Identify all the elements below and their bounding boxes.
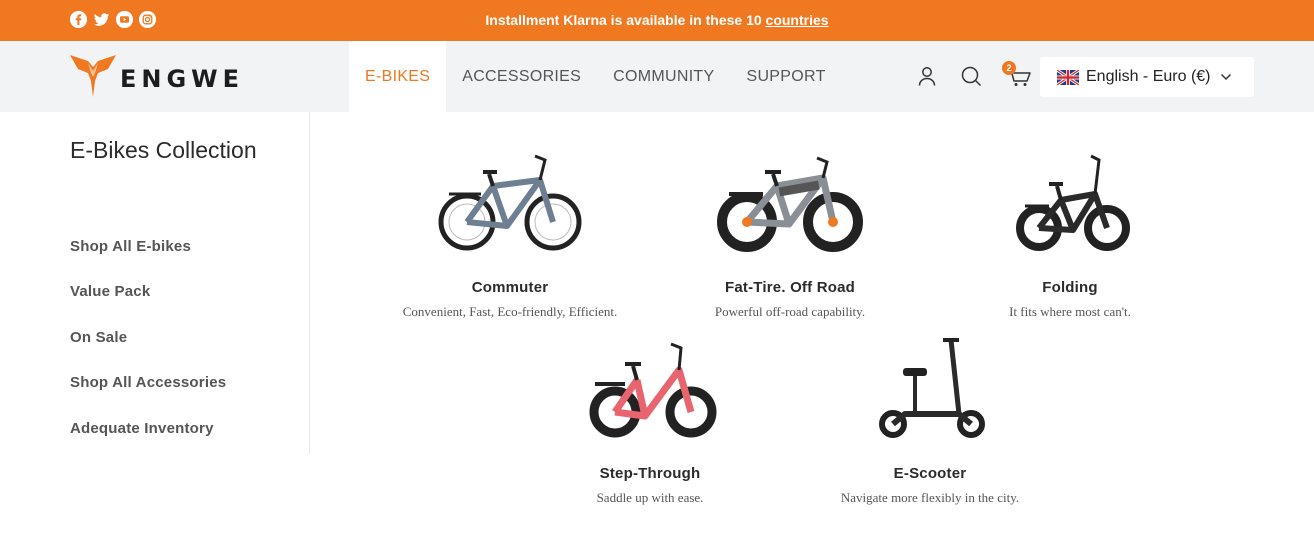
product-card-fat-tire[interactable]: Fat-Tire. Off Road Powerful off-road cap…	[660, 150, 920, 320]
nav-community[interactable]: COMMUNITY	[597, 41, 730, 112]
collection-title: E-Bikes Collection	[70, 137, 257, 163]
step-through-bike-image	[589, 342, 717, 438]
logo-text: ENGWE	[120, 65, 245, 93]
product-card-commuter[interactable]: Commuter Convenient, Fast, Eco-friendly,…	[380, 150, 640, 320]
countries-link[interactable]: countries	[766, 12, 829, 28]
search-icon[interactable]	[960, 65, 982, 87]
language-selector[interactable]: English - Euro (€)	[1040, 57, 1254, 97]
commuter-bike-image	[438, 154, 582, 251]
link-on-sale[interactable]: On Sale	[70, 329, 127, 346]
logo-emblem-icon	[70, 55, 116, 97]
product-name-step-through: Step-Through	[599, 465, 701, 482]
main-nav: E-BIKES ACCESSORIES COMMUNITY SUPPORT	[349, 41, 842, 112]
product-desc-e-scooter: Navigate more flexibly in the city.	[840, 490, 1020, 505]
product-card-step-through[interactable]: Step-Through Saddle up with ease.	[520, 336, 780, 506]
product-card-e-scooter[interactable]: E-Scooter Navigate more flexibly in the …	[800, 336, 1060, 506]
chevron-down-icon	[1220, 73, 1231, 81]
announcement-text: Installment Klarna is available in these…	[0, 12, 1314, 28]
product-name-e-scooter: E-Scooter	[893, 465, 967, 482]
account-icon[interactable]	[916, 65, 938, 87]
nav-ebikes[interactable]: E-BIKES	[349, 41, 447, 112]
link-value-pack[interactable]: Value Pack	[70, 283, 150, 300]
link-adequate-inventory[interactable]: Adequate Inventory	[70, 420, 214, 437]
product-desc-fat-tire: Powerful off-road capability.	[714, 304, 866, 319]
product-name-folding: Folding	[1042, 279, 1098, 296]
nav-support[interactable]: SUPPORT	[730, 41, 841, 112]
engwe-logo[interactable]: ENGWE	[68, 53, 244, 99]
header-icons: 2	[916, 61, 1034, 87]
cart-button[interactable]: 2	[1002, 61, 1034, 87]
announcement-prefix: Installment Klarna is available in these…	[485, 12, 766, 28]
e-scooter-image	[879, 338, 985, 438]
uk-flag-icon	[1057, 69, 1079, 85]
announcement-bar: Installment Klarna is available in these…	[0, 0, 1314, 41]
product-card-folding[interactable]: Folding It fits where most can't.	[940, 150, 1200, 320]
language-label: English - Euro (€)	[1086, 68, 1211, 85]
product-desc-commuter: Convenient, Fast, Eco-friendly, Efficien…	[402, 304, 618, 319]
site-header: ENGWE E-BIKES ACCESSORIES COMMUNITY SUPP…	[0, 41, 1314, 112]
cart-count-badge: 2	[1002, 61, 1016, 75]
product-name-fat-tire: Fat-Tire. Off Road	[725, 279, 855, 296]
fat-tire-bike-image	[717, 156, 863, 252]
product-name-commuter: Commuter	[471, 279, 549, 296]
product-desc-folding: It fits where most can't.	[1009, 304, 1131, 319]
folding-bike-image	[1016, 154, 1130, 251]
link-shop-all-accessories[interactable]: Shop All Accessories	[70, 374, 226, 391]
nav-accessories[interactable]: ACCESSORIES	[446, 41, 597, 112]
product-desc-step-through: Saddle up with ease.	[596, 490, 704, 505]
collection-sidebar: E-Bikes Collection Shop All E-bikes Valu…	[0, 112, 310, 454]
link-shop-all-ebikes[interactable]: Shop All E-bikes	[70, 238, 191, 255]
